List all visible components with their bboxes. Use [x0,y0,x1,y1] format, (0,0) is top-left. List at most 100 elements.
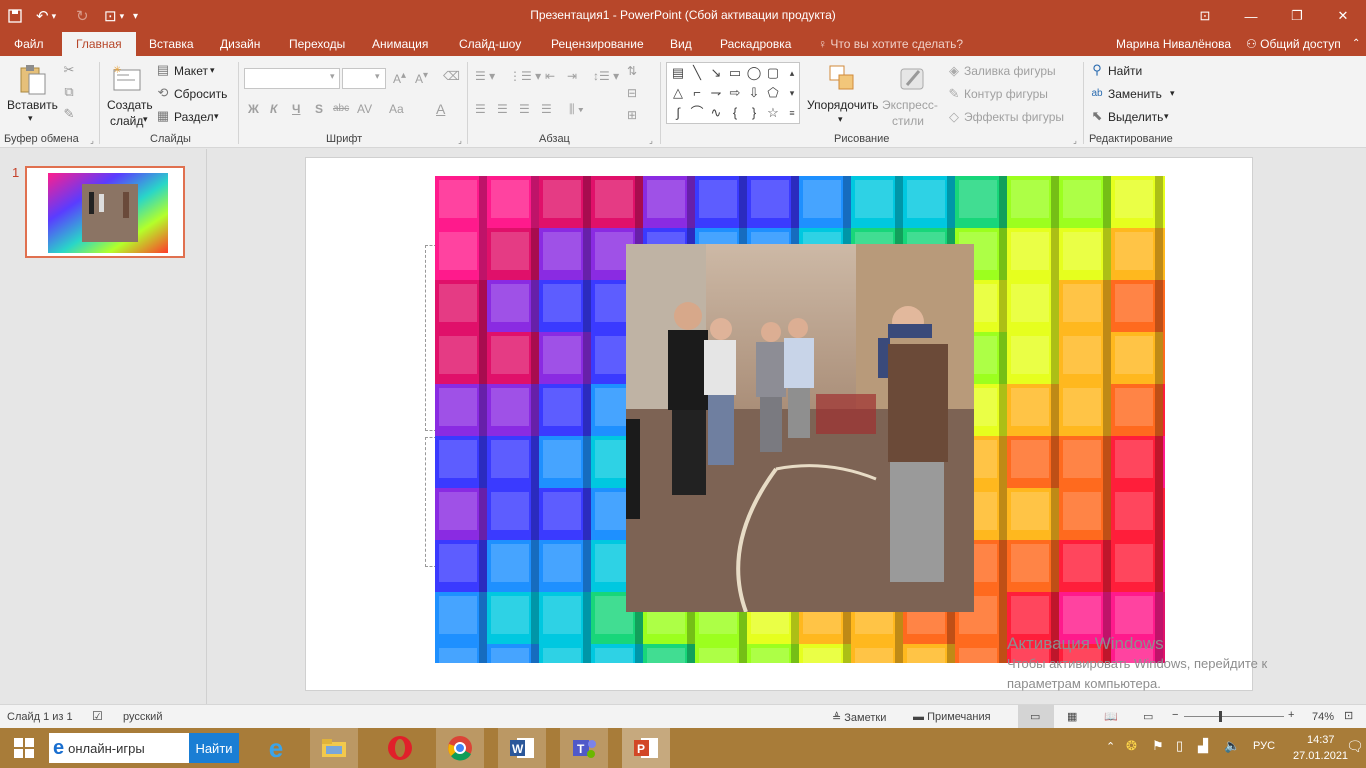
notes-button[interactable]: ≜ Заметки [832,711,886,724]
bullets-icon[interactable]: ☰ ▾ [475,69,495,83]
close-button[interactable]: ✕ [1320,0,1366,32]
format-painter-icon[interactable]: ✎ [60,106,78,122]
replace-dropdown-icon[interactable]: ▾ [1170,88,1175,99]
reading-view-icon[interactable]: 📖 [1104,710,1118,723]
fit-to-window-icon[interactable]: ⊡ [1344,709,1353,722]
change-case-button[interactable]: Aa [389,102,404,116]
collapse-ribbon-icon[interactable]: ⌃ [1352,32,1360,56]
elbow-connector-icon[interactable]: ⌐ [688,84,706,102]
tab-storyboard[interactable]: Раскадровка [720,32,791,56]
shape-fill-button[interactable]: Заливка фигуры [964,64,1056,78]
tab-animations[interactable]: Анимация [372,32,428,56]
gallery-down-icon[interactable]: ▾ [783,84,801,102]
increase-indent-icon[interactable]: ⇥ [567,69,577,83]
battery-icon[interactable]: ▯ [1176,738,1183,754]
network-icon[interactable]: ▟ [1198,738,1208,754]
elbow-arrow-icon[interactable]: ⇁ [707,84,725,102]
children-game-photo[interactable] [626,244,974,612]
user-name[interactable]: Марина Нивалёнова [1116,32,1231,56]
tab-slideshow[interactable]: Слайд-шоу [459,32,521,56]
arrow-line-shape-icon[interactable]: ↘ [707,64,725,82]
language-indicator[interactable]: русский [123,711,162,723]
comments-button[interactable]: ▬ Примечания [913,711,991,723]
drawing-launcher-icon[interactable]: ⌟ [1070,135,1080,145]
rectangle-shape-icon[interactable]: ▭ [726,64,744,82]
pentagon-shape-icon[interactable]: ⬠ [764,84,782,102]
tab-design[interactable]: Дизайн [220,32,260,56]
text-direction-icon[interactable]: ⇅ [627,64,637,78]
zoom-in-icon[interactable]: + [1288,709,1294,721]
ribbon-display-options-icon[interactable]: ⊡ [1182,0,1228,32]
right-brace-icon[interactable]: } [745,104,763,122]
tab-file[interactable]: Файл [14,32,44,56]
file-explorer-icon[interactable] [310,728,358,768]
tell-me-box[interactable]: ♀ Что вы хотите сделать? [818,32,963,56]
clear-formatting-icon[interactable]: ⌫ [443,69,460,83]
zoom-slider-thumb[interactable] [1219,711,1222,722]
find-button[interactable]: Найти [1108,64,1142,78]
volume-icon[interactable]: 🔈 [1224,738,1240,754]
start-button[interactable] [0,728,48,768]
down-arrow-shape-icon[interactable]: ⇩ [745,84,763,102]
section-dropdown-icon[interactable]: ▾ [214,111,219,122]
font-launcher-icon[interactable]: ⌟ [455,135,465,145]
reset-button[interactable]: Сбросить [174,87,227,101]
notifications-icon[interactable]: 🗨 [1346,738,1364,755]
zoom-level[interactable]: 74% [1312,711,1334,723]
arrange-label[interactable]: Упорядочить [807,98,878,112]
tab-review[interactable]: Рецензирование [551,32,644,56]
tab-home[interactable]: Главная [62,32,136,56]
columns-icon[interactable]: ⫼ ▾ [569,102,584,117]
quick-styles-label-1[interactable]: Экспресс- [882,98,938,112]
shape-outline-button[interactable]: Контур фигуры [964,87,1048,101]
align-text-icon[interactable]: ⊟ [627,86,637,100]
text-shadow-button[interactable]: S [315,102,323,116]
curve-shape-icon[interactable]: ∫ [669,104,687,122]
layout-button[interactable]: Макет [174,64,208,78]
paste-dropdown-icon[interactable]: ▾ [28,113,33,124]
spellcheck-icon[interactable]: ☑ [92,709,103,723]
justify-icon[interactable]: ☰ [541,102,552,116]
strikethrough-button[interactable]: abc [333,103,349,114]
share-button[interactable]: ⚇ Общий доступ [1246,32,1341,56]
new-slide-icon[interactable]: ✳ [112,62,142,94]
shapes-gallery[interactable]: ▤ ╲ ↘ ▭ ◯ ▢ △ ⌐ ⇁ ⇨ ⇩ ⬠ ∫ ⌒ ∿ { } ☆ ▴ ▾ … [666,62,800,124]
align-center-icon[interactable]: ☰ [497,102,508,116]
flag-icon[interactable]: ⚑ [1152,738,1164,754]
tray-app-icon[interactable]: ❂ [1126,738,1137,754]
chrome-icon[interactable] [436,728,484,768]
restore-button[interactable]: ❐ [1274,0,1320,32]
tab-transitions[interactable]: Переходы [289,32,345,56]
quick-styles-icon[interactable] [896,62,928,94]
gallery-more-icon[interactable]: ≡ [783,104,801,122]
paragraph-launcher-icon[interactable]: ⌟ [646,135,656,145]
arc-shape-icon[interactable]: ⌒ [688,104,706,122]
paste-icon[interactable] [14,61,50,97]
font-size-dropdown-icon[interactable]: ▾ [375,71,380,82]
slideshow-view-icon[interactable]: ▭ [1143,710,1153,723]
wave-shape-icon[interactable]: ∿ [707,104,725,122]
copy-icon[interactable]: ⧉ [60,84,78,100]
cut-icon[interactable]: ✂ [60,62,78,78]
font-family-combo[interactable] [244,68,340,89]
select-dropdown-icon[interactable]: ▾ [1164,111,1169,122]
right-arrow-shape-icon[interactable]: ⇨ [726,84,744,102]
bold-button[interactable]: Ж [248,102,259,116]
section-button[interactable]: Раздел [174,110,214,124]
new-slide-label-2[interactable]: слайд [110,114,143,128]
opera-icon[interactable] [376,728,424,768]
smartart-icon[interactable]: ⊞ [627,108,637,122]
tray-expand-icon[interactable]: ⌃ [1106,740,1115,753]
new-slide-dropdown-icon[interactable]: ▾ [143,114,148,125]
font-family-dropdown-icon[interactable]: ▾ [330,71,335,82]
new-slide-label-1[interactable]: Создать [107,98,153,112]
left-brace-icon[interactable]: { [726,104,744,122]
replace-button[interactable]: Заменить [1108,87,1162,101]
shape-effects-button[interactable]: Эффекты фигуры [964,110,1064,124]
zoom-slider-track[interactable] [1184,716,1284,717]
arrange-dropdown-icon[interactable]: ▾ [838,114,843,125]
taskbar-search-box[interactable]: e онлайн-игры [49,733,189,763]
clock-date[interactable]: 27.01.2021 [1293,750,1348,762]
slide-thumbnail[interactable] [25,166,185,258]
layout-dropdown-icon[interactable]: ▾ [210,65,215,76]
